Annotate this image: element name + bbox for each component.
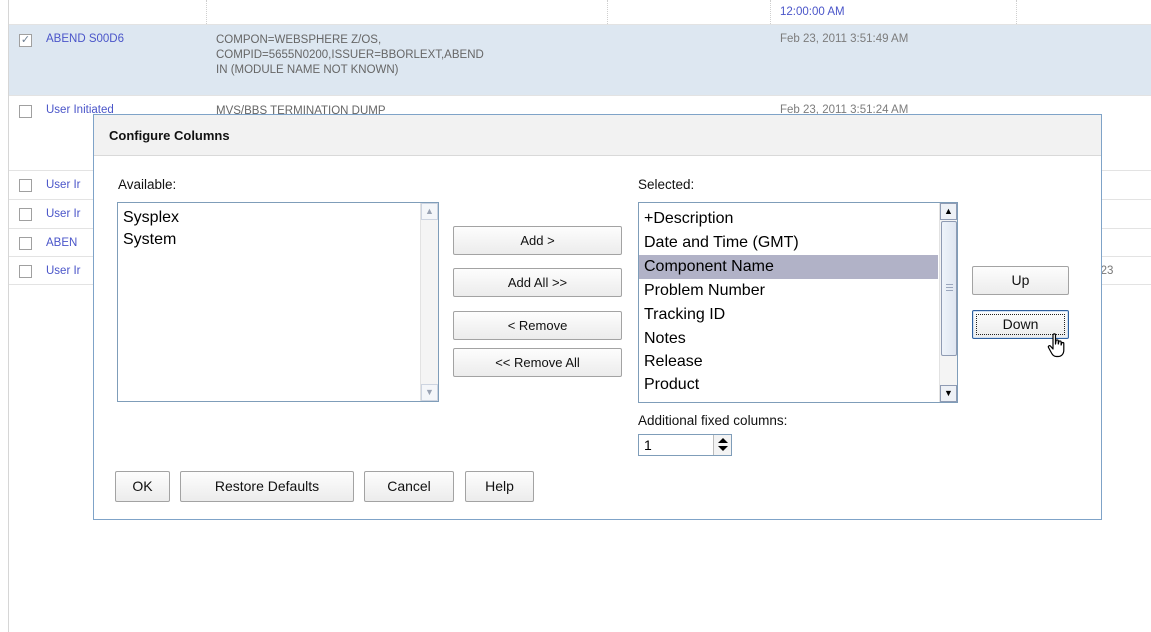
description-cell: COMPON=WEBSPHERE Z/OS, COMPID=5655N0200,…	[216, 34, 484, 76]
dialog-title: Configure Columns	[94, 115, 1101, 156]
available-columns-list[interactable]: Sysplex System ▲ ▼	[117, 202, 439, 402]
problem-name-link[interactable]: ABEN	[46, 237, 77, 249]
row-checkbox[interactable]	[19, 208, 32, 221]
additional-fixed-columns-spinner[interactable]: 1	[638, 434, 732, 456]
ok-button[interactable]: OK	[115, 471, 170, 502]
row-checkbox[interactable]	[19, 105, 32, 118]
list-item[interactable]: Sysplex	[118, 207, 438, 229]
scroll-up-icon[interactable]: ▲	[421, 203, 438, 220]
restore-defaults-button[interactable]: Restore Defaults	[180, 471, 354, 502]
hand-pointer-icon	[1047, 333, 1065, 358]
list-item[interactable]: System	[118, 229, 438, 251]
remove-button[interactable]: < Remove	[453, 311, 622, 340]
list-item[interactable]: Problem Number	[639, 279, 938, 303]
list-item-selected[interactable]: Component Name	[639, 255, 938, 279]
remove-all-button[interactable]: << Remove All	[453, 348, 622, 377]
problem-name-link[interactable]: User Ir	[46, 208, 81, 220]
row-checkbox[interactable]	[19, 179, 32, 192]
spinner-arrows-icon[interactable]	[713, 435, 731, 455]
scroll-thumb[interactable]	[941, 221, 957, 356]
table-row-selected[interactable]: ✓ ABEND S00D6 COMPON=WEBSPHERE Z/OS, COM…	[9, 25, 1151, 96]
add-button[interactable]: Add >	[453, 226, 622, 255]
problem-name-link[interactable]: User Ir	[46, 179, 81, 191]
add-all-button[interactable]: Add All >>	[453, 268, 622, 297]
list-item[interactable]: Date and Time (GMT)	[639, 231, 938, 255]
list-item[interactable]: Notes	[639, 327, 938, 350]
row-checkbox[interactable]: ✓	[19, 34, 32, 47]
problem-name-link[interactable]: User Ir	[46, 265, 81, 277]
available-label: Available:	[118, 177, 177, 192]
selected-columns-list[interactable]: +Description Date and Time (GMT) Compone…	[638, 202, 958, 403]
table-row: 12:00:00 AM	[9, 0, 1151, 25]
additional-fixed-columns-label: Additional fixed columns:	[638, 413, 788, 428]
selected-scrollbar[interactable]: ▲ ▼	[939, 203, 957, 402]
cancel-button[interactable]: Cancel	[364, 471, 454, 502]
problem-name-link[interactable]: ABEND S00D6	[46, 33, 124, 45]
available-scrollbar[interactable]: ▲ ▼	[420, 203, 438, 401]
help-button[interactable]: Help	[465, 471, 534, 502]
scroll-down-icon[interactable]: ▼	[421, 384, 438, 401]
list-item[interactable]: Product	[639, 373, 938, 396]
row-checkbox[interactable]	[19, 237, 32, 250]
configure-columns-dialog: Configure Columns Available: Selected: S…	[93, 114, 1102, 520]
scroll-up-icon[interactable]: ▲	[940, 203, 957, 220]
scroll-down-icon[interactable]: ▼	[940, 385, 957, 402]
date-cell: Feb 23, 2011 3:51:49 AM	[780, 33, 909, 45]
row-checkbox[interactable]	[19, 265, 32, 278]
list-item[interactable]: Tracking ID	[639, 303, 938, 327]
up-button[interactable]: Up	[972, 266, 1069, 295]
selected-label: Selected:	[638, 177, 695, 192]
list-item[interactable]: Release	[639, 350, 938, 373]
date-cell[interactable]: 12:00:00 AM	[780, 6, 845, 18]
list-item[interactable]: +Description	[639, 207, 938, 231]
spinner-value: 1	[644, 437, 652, 453]
